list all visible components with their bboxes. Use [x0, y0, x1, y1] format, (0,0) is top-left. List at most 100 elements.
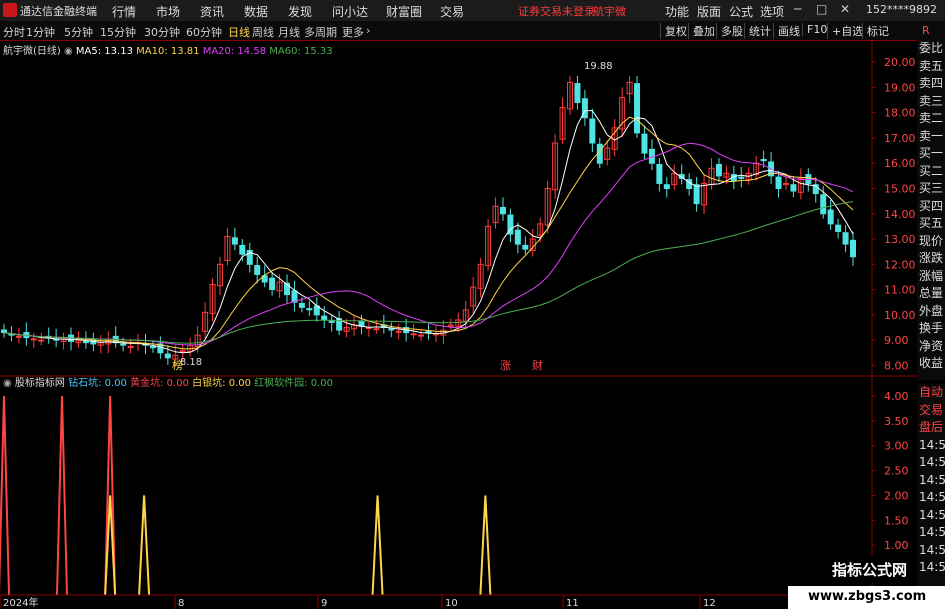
- candle-body: [425, 330, 432, 334]
- price-tick-label: 17.00: [884, 132, 916, 145]
- candle-body: [410, 333, 417, 336]
- diamond-pit-label: 钻石坑: 0.00: [68, 378, 127, 389]
- signal-spike: [138, 495, 151, 596]
- r-indicator[interactable]: R: [922, 24, 930, 37]
- login-warning[interactable]: 证券交易未登录: [518, 3, 595, 19]
- price-tick-label: 16.00: [884, 157, 916, 170]
- chart-title: 航宇微(日线): [3, 46, 61, 57]
- period-monthly[interactable]: 月线: [278, 24, 300, 40]
- menu-news[interactable]: 资讯: [200, 3, 224, 20]
- date-tick-label: 2024年: [3, 596, 38, 609]
- menu-discover[interactable]: 发现: [288, 3, 312, 20]
- period-1min[interactable]: 1分钟: [26, 24, 55, 40]
- menu-options[interactable]: 选项: [760, 3, 784, 20]
- side-label: 净资: [919, 338, 944, 353]
- menu-ask[interactable]: 问小达: [332, 3, 368, 20]
- side-label: 14:56: [919, 507, 945, 522]
- minimize-icon[interactable]: ─: [794, 2, 801, 16]
- side-label: 收益: [919, 356, 944, 370]
- period-intraday[interactable]: 分时: [3, 24, 25, 40]
- dropdown-icon[interactable]: ◉: [64, 46, 73, 57]
- menu-data[interactable]: 数据: [244, 3, 268, 20]
- side-label: 14:56: [919, 490, 945, 504]
- menu-function[interactable]: 功能: [665, 3, 689, 20]
- side-label: 买四: [919, 198, 944, 213]
- account-id[interactable]: 152****9892: [866, 3, 937, 16]
- period-15min[interactable]: 15分钟: [100, 24, 136, 40]
- side-label: 盘后: [919, 420, 944, 434]
- side-label: 换手: [919, 321, 944, 335]
- side-label: 14:56: [919, 472, 945, 487]
- period-weekly[interactable]: 周线: [252, 24, 274, 40]
- period-60min[interactable]: 60分钟: [186, 24, 222, 40]
- menu-formula[interactable]: 公式: [729, 3, 753, 20]
- candle-body: [298, 302, 305, 308]
- candle-body: [842, 232, 849, 245]
- candle-body: [835, 224, 842, 232]
- price-tick-label: 13.00: [884, 233, 916, 246]
- candle-body: [38, 339, 45, 342]
- menu-wealth[interactable]: 财富圈: [386, 3, 422, 20]
- dropdown-icon[interactable]: ◉: [3, 378, 12, 389]
- event-marker: 涨: [500, 359, 511, 372]
- candle-body: [693, 184, 700, 205]
- candle-body: [418, 334, 425, 337]
- side-label: 14:56: [919, 560, 945, 574]
- tool-overlay[interactable]: 叠加: [688, 23, 715, 39]
- side-label: 卖五: [919, 58, 944, 73]
- date-tick-label: 11: [566, 598, 579, 609]
- side-label: 总量: [919, 286, 944, 300]
- ind-tick-label: 3.50: [884, 415, 909, 428]
- price-tick-label: 9.00: [884, 334, 909, 347]
- low-price-label: 8.18: [180, 357, 202, 368]
- chevron-right-icon[interactable]: ›: [366, 24, 370, 37]
- menu-market[interactable]: 市场: [156, 3, 180, 20]
- period-multi[interactable]: 多周期: [304, 24, 337, 40]
- price-tick-label: 18.00: [884, 107, 916, 120]
- candle-body: [634, 83, 641, 134]
- ma60-line: [3, 201, 854, 344]
- ind-tick-label: 2.50: [884, 465, 909, 478]
- ind-tick-label: 1.50: [884, 514, 909, 527]
- tool-f10[interactable]: F10: [802, 23, 827, 36]
- close-icon[interactable]: ✕: [840, 2, 850, 16]
- side-label: 涨幅: [919, 268, 944, 283]
- tool-stats[interactable]: 统计: [744, 23, 771, 39]
- indicator-title[interactable]: 股标指标网: [15, 378, 65, 389]
- price-tick-label: 8.00: [884, 359, 909, 372]
- event-marker: 财: [532, 358, 543, 372]
- menu-trade[interactable]: 交易: [440, 3, 464, 20]
- candle-body: [127, 345, 134, 348]
- candle-body: [239, 244, 246, 255]
- tool-draw[interactable]: 画线: [773, 23, 800, 39]
- chart-area[interactable]: 20.00 19.00 18.00 17.00 16.00 15.00 14.00 13.00…: [0, 40, 917, 609]
- menu-bar: 通达信金融终端 行情 市场 资讯 数据 发现 问小达 财富圈 交易 证券交易未登…: [0, 0, 945, 22]
- tool-adjust[interactable]: 复权: [660, 23, 687, 39]
- side-label: 卖四: [919, 76, 944, 90]
- trade-panel: 自动交易盘后 14:56 14:56 14:56 14:56 14:56 14:56 14:5…: [917, 384, 945, 609]
- period-daily[interactable]: 日线: [228, 24, 250, 40]
- candle-body: [82, 340, 89, 344]
- side-label: 买二: [919, 163, 944, 178]
- candle-body: [388, 328, 395, 331]
- price-tick-label: 11.00: [884, 284, 916, 297]
- tool-add-watch[interactable]: +自选: [827, 23, 863, 39]
- tool-multistock[interactable]: 多股: [716, 23, 743, 39]
- ma5-label: MA5: 13.13: [75, 46, 133, 57]
- date-tick-label: 9: [321, 598, 327, 609]
- side-label: 卖一: [919, 128, 944, 143]
- ma10-line: [3, 116, 854, 350]
- period-5min[interactable]: 5分钟: [64, 24, 93, 40]
- tool-mark[interactable]: 标记: [862, 23, 889, 39]
- menu-quotes[interactable]: 行情: [112, 3, 136, 20]
- app-title: 通达信金融终端: [20, 5, 97, 18]
- restore-icon[interactable]: □: [816, 2, 827, 16]
- candle-body: [395, 330, 402, 333]
- menu-layout[interactable]: 版面: [697, 3, 721, 20]
- candle-body: [738, 176, 745, 179]
- watermark-title: 指标公式网: [826, 556, 914, 583]
- candle-body: [149, 345, 156, 349]
- period-30min[interactable]: 30分钟: [144, 24, 180, 40]
- period-more[interactable]: 更多: [342, 24, 364, 40]
- ma5-line: [3, 110, 854, 354]
